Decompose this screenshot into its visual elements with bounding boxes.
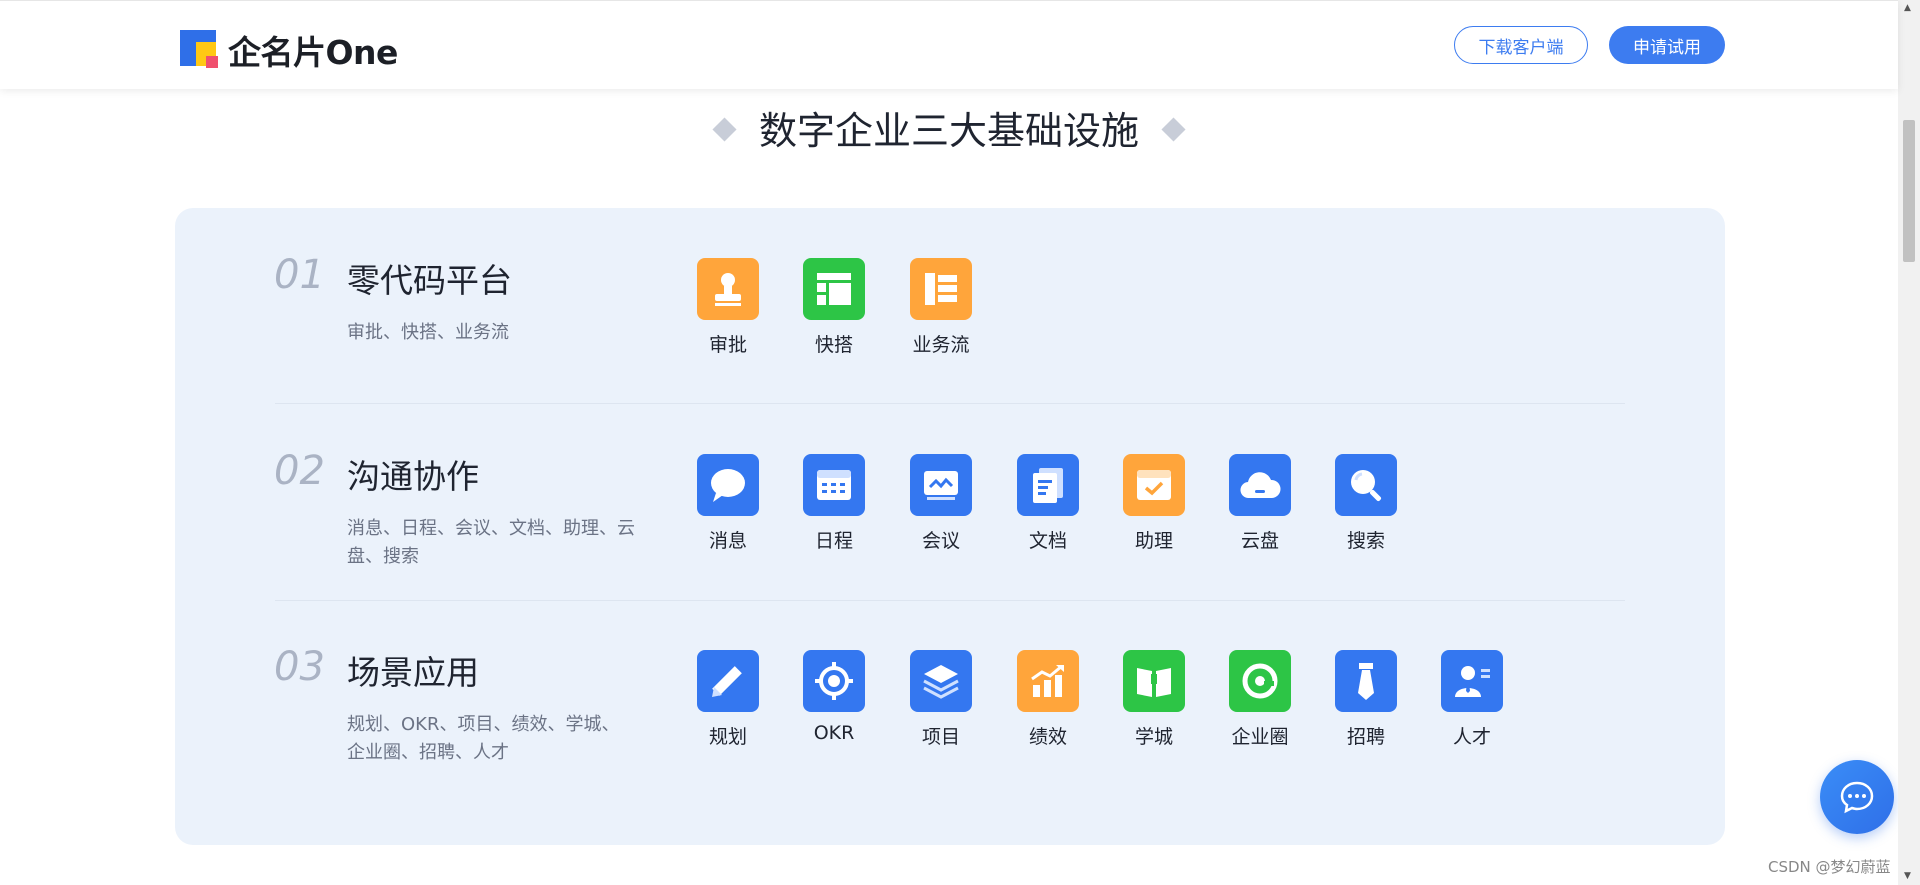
row-number: 03 (274, 644, 325, 690)
app-enterprise-circle[interactable]: 企业圈 (1210, 650, 1310, 749)
growth-chart-icon (1017, 650, 1079, 712)
scrollbar-thumb[interactable] (1903, 120, 1915, 262)
apply-trial-button[interactable]: 申请试用 (1609, 26, 1725, 64)
row-number: 02 (274, 448, 325, 494)
app-label: 快搭 (814, 334, 853, 356)
section-heading: 数字企业三大基础设施 (0, 100, 1898, 155)
row-scenario-apps: 03 场景应用 规划、OKR、项目、绩效、学城、企业圈、招聘、人才 规划 OKR… (175, 600, 1725, 796)
app-quick-build[interactable]: 快搭 (784, 258, 884, 357)
assistant-check-icon (1123, 454, 1185, 516)
row-title: 沟通协作 (347, 457, 479, 496)
app-business-flow[interactable]: 业务流 (891, 258, 991, 357)
chat-dots-icon (1840, 781, 1874, 814)
stamp-icon (697, 258, 759, 320)
person-card-icon (1441, 650, 1503, 712)
top-header: 企名片One 下载客户端 申请试用 (0, 0, 1898, 89)
chat-bubble-icon (697, 454, 759, 516)
section-title-text: 数字企业三大基础设施 (758, 109, 1139, 153)
book-icon (1123, 650, 1185, 712)
app-label: 企业圈 (1231, 726, 1289, 748)
app-meeting[interactable]: 会议 (891, 454, 991, 553)
diamond-right-icon (1161, 117, 1186, 142)
app-label: 云盘 (1240, 530, 1279, 552)
layers-icon (910, 650, 972, 712)
app-planning[interactable]: 规划 (678, 650, 778, 749)
app-label: 日程 (814, 530, 853, 552)
app-label: 助理 (1134, 530, 1173, 552)
app-label: 规划 (708, 726, 747, 748)
row-description: 消息、日程、会议、文档、助理、云盘、搜索 (347, 518, 635, 567)
app-label: 消息 (708, 530, 747, 552)
document-icon (1017, 454, 1079, 516)
workflow-icon (910, 258, 972, 320)
row-zero-code-platform: 01 零代码平台 审批、快搭、业务流 审批 快搭 业务流 (175, 208, 1725, 404)
row-description: 规划、OKR、项目、绩效、学城、企业圈、招聘、人才 (347, 714, 620, 763)
app-label: OKR (813, 722, 855, 744)
app-recruitment[interactable]: 招聘 (1316, 650, 1416, 749)
app-label: 会议 (921, 530, 960, 552)
app-label: 招聘 (1346, 726, 1385, 748)
scroll-up-icon[interactable]: ▲ (1904, 3, 1911, 13)
scroll-down-icon[interactable]: ▼ (1904, 871, 1911, 881)
vertical-scrollbar[interactable]: ▲ ▼ (1898, 0, 1920, 885)
infrastructure-panel: 01 零代码平台 审批、快搭、业务流 审批 快搭 业务流 02 沟通协作 消息、… (175, 208, 1725, 845)
app-label: 业务流 (912, 334, 970, 356)
app-performance[interactable]: 绩效 (998, 650, 1098, 749)
app-search[interactable]: 搜索 (1316, 454, 1416, 553)
calendar-icon (803, 454, 865, 516)
pencil-icon (697, 650, 759, 712)
row-communication: 02 沟通协作 消息、日程、会议、文档、助理、云盘、搜索 消息 日程 会议 文档 (175, 404, 1725, 600)
target-icon (803, 650, 865, 712)
row-title: 零代码平台 (347, 261, 512, 300)
app-okr[interactable]: OKR (784, 650, 884, 744)
app-approval[interactable]: 审批 (678, 258, 778, 357)
csdn-watermark: CSDN @梦幻蔚蓝 (1768, 858, 1891, 876)
app-schedule[interactable]: 日程 (784, 454, 884, 553)
logo-mark-icon (180, 30, 220, 70)
floating-chat-button[interactable] (1820, 760, 1894, 834)
app-talent[interactable]: 人才 (1422, 650, 1522, 749)
app-assistant[interactable]: 助理 (1104, 454, 1204, 553)
app-projects[interactable]: 项目 (891, 650, 991, 749)
app-label: 搜索 (1346, 530, 1385, 552)
circle-refresh-icon (1229, 650, 1291, 712)
app-label: 项目 (921, 726, 960, 748)
app-cloud-drive[interactable]: 云盘 (1210, 454, 1310, 553)
app-learning-city[interactable]: 学城 (1104, 650, 1204, 749)
app-messages[interactable]: 消息 (678, 454, 778, 553)
brand-logo[interactable]: 企名片One (180, 26, 398, 74)
necktie-icon (1335, 650, 1397, 712)
row-description: 审批、快搭、业务流 (347, 322, 509, 343)
app-label: 审批 (708, 334, 747, 356)
download-client-button[interactable]: 下载客户端 (1454, 26, 1588, 64)
row-number: 01 (274, 252, 325, 298)
row-title: 场景应用 (347, 653, 479, 692)
layout-icon (803, 258, 865, 320)
app-label: 文档 (1028, 530, 1067, 552)
app-label: 学城 (1134, 726, 1173, 748)
app-documents[interactable]: 文档 (998, 454, 1098, 553)
meeting-screen-icon (910, 454, 972, 516)
search-icon (1335, 454, 1397, 516)
brand-name: 企名片One (228, 33, 398, 72)
cloud-icon (1229, 454, 1291, 516)
app-label: 绩效 (1028, 726, 1067, 748)
diamond-left-icon (712, 117, 737, 142)
app-label: 人才 (1452, 726, 1491, 748)
